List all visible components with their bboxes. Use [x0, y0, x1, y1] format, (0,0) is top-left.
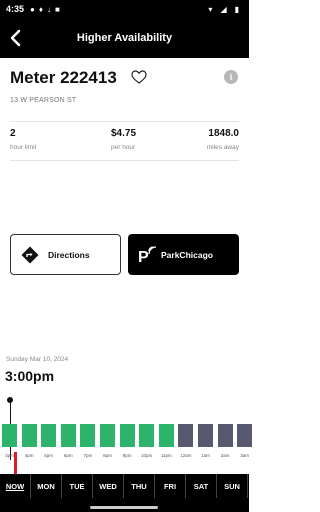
divider — [10, 121, 239, 122]
stat-label: miles away — [206, 144, 239, 151]
day-tab-fri[interactable]: FRI — [155, 474, 186, 498]
hour-label: 11pm — [160, 453, 172, 458]
info-icon[interactable]: i — [224, 70, 238, 84]
stat-label: per hour — [111, 144, 136, 151]
svg-text:P: P — [138, 249, 149, 265]
availability-bar[interactable] — [21, 424, 37, 447]
meter-address: 13 W PEARSON ST — [10, 97, 77, 104]
day-tab-sat[interactable]: SAT — [186, 474, 217, 498]
stat-value: 2 — [10, 128, 16, 139]
parkchicago-logo-icon: P — [138, 245, 157, 265]
availability-bar[interactable] — [139, 424, 155, 447]
stat-label: hour limit — [10, 144, 37, 151]
directions-label: Directions — [48, 249, 90, 260]
app-header: Higher Availability — [0, 18, 249, 58]
hour-label: 4pm — [24, 453, 34, 458]
microphone-icon: ♦ — [38, 4, 43, 14]
sim-icon: ■ — [54, 4, 60, 14]
hour-label: 9pm — [122, 453, 132, 458]
availability-bar[interactable] — [198, 424, 213, 447]
status-bar: 4:35 ● ♦ ↓ ■ ▾ ◢ ▮ — [0, 0, 249, 18]
hour-label: 12am — [180, 453, 192, 458]
day-tab-sun[interactable]: SUN — [217, 474, 248, 498]
sync-icon: ● — [30, 4, 35, 14]
parkchicago-button[interactable]: P ParkChicago — [128, 234, 239, 275]
day-tab-wed[interactable]: WED — [93, 474, 124, 498]
stat-value: 1848.0 — [208, 128, 239, 139]
availability-bar[interactable] — [158, 424, 174, 447]
status-time: 4:35 — [6, 4, 25, 14]
stat-hour-limit: 2 hour limit — [10, 128, 36, 151]
day-tab-mon[interactable]: MON — [31, 474, 62, 498]
meter-title: Meter 222413 — [10, 68, 117, 87]
schedule-date: Sunday Mar 10, 2024 — [6, 356, 69, 363]
hour-label: 5pm — [44, 453, 54, 458]
home-indicator[interactable] — [90, 506, 158, 509]
availability-bar[interactable] — [178, 424, 194, 447]
divider — [10, 160, 239, 161]
heart-icon[interactable] — [131, 70, 147, 84]
parkchicago-label: ParkChicago — [161, 249, 213, 260]
hour-label: 7pm — [83, 453, 93, 458]
availability-bar[interactable] — [80, 424, 96, 447]
hour-label: 8pm — [103, 453, 112, 458]
now-marker-dot — [7, 397, 13, 403]
back-arrow-icon[interactable] — [8, 29, 24, 47]
availability-bar[interactable] — [217, 424, 233, 447]
signal-icon: ◢ — [220, 4, 227, 14]
hour-label: 1am — [201, 453, 210, 458]
page-title: Higher Availability — [76, 32, 173, 44]
availability-bar[interactable] — [237, 424, 253, 447]
directions-button[interactable]: Directions — [10, 234, 121, 275]
day-tab-tue[interactable]: TUE — [62, 474, 93, 498]
day-selector: NOW MON TUE WED THU FRI SAT SUN — [0, 474, 249, 498]
availability-bar[interactable] — [60, 424, 76, 447]
battery-icon: ▮ — [234, 4, 239, 14]
hour-label: 10pm — [141, 453, 153, 458]
availability-bar[interactable] — [2, 424, 17, 447]
hour-label: 6pm — [63, 453, 73, 458]
directions-icon — [21, 246, 39, 263]
hour-label: 3am — [240, 453, 250, 458]
download-icon: ↓ — [46, 4, 51, 14]
stat-value: $4.75 — [111, 128, 137, 139]
day-tab-thu[interactable]: THU — [124, 474, 155, 498]
stat-rate: $4.75 per hour — [111, 128, 136, 151]
stat-distance: 1848.0 miles away — [207, 128, 239, 151]
availability-bar[interactable] — [41, 424, 57, 447]
day-tab-now[interactable]: NOW — [0, 474, 31, 498]
hour-label: 2am — [220, 453, 230, 458]
wifi-icon: ▾ — [208, 4, 213, 14]
availability-chart[interactable]: 3pm 4pm 5pm 6pm 7pm 8pm 9pm 10pm 11pm 12am 1am 2am 3… — [0, 395, 253, 465]
schedule-time: 3:00pm — [5, 368, 55, 384]
system-nav-bar — [0, 498, 249, 512]
availability-bar[interactable] — [119, 424, 135, 447]
availability-bar[interactable] — [100, 424, 115, 447]
